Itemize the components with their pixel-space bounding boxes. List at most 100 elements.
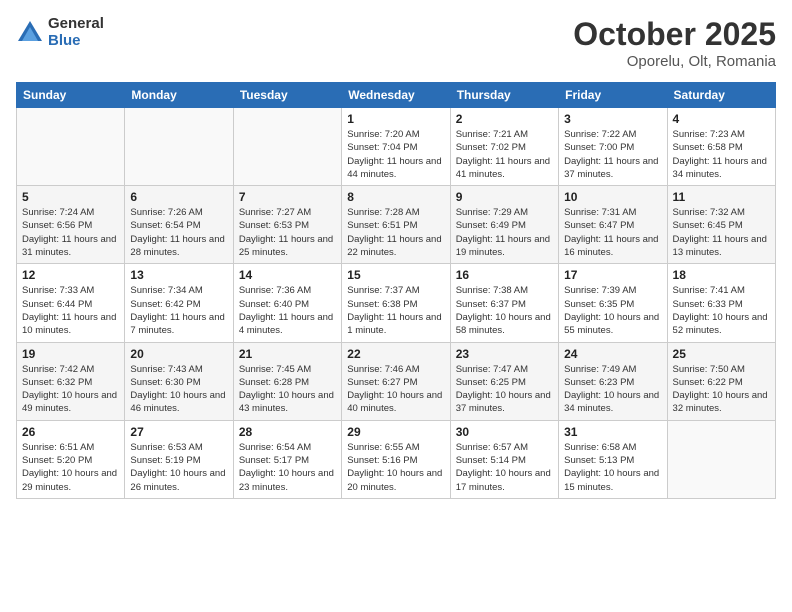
- calendar-title: October 2025: [573, 16, 776, 53]
- calendar-day-cell: 16Sunrise: 7:38 AMSunset: 6:37 PMDayligh…: [450, 264, 558, 342]
- day-number: 24: [564, 347, 661, 361]
- day-number: 26: [22, 425, 119, 439]
- header-day: Tuesday: [233, 83, 341, 108]
- day-info: Sunrise: 7:37 AMSunset: 6:38 PMDaylight:…: [347, 284, 444, 337]
- calendar-day-cell: 21 Sunrise: 7:45 AMSunset: 6:28 PMDayligh…: [233, 342, 341, 420]
- calendar-week-row: 26 Sunrise: 6:51 AMSunset: 5:20 PMDayligh…: [17, 420, 776, 498]
- day-info: Sunrise: 7:22 AMSunset: 7:00 PMDaylight:…: [564, 128, 661, 181]
- day-number: 5: [22, 190, 119, 204]
- calendar-day-cell: 28 Sunrise: 6:54 AMSunset: 5:17 PMDayligh…: [233, 420, 341, 498]
- day-info: Sunrise: 6:53 AMSunset: 5:19 PMDaylight:…: [130, 441, 227, 494]
- day-info: Sunrise: 7:33 AMSunset: 6:44 PMDaylight:…: [22, 284, 119, 337]
- calendar-day-cell: 22 Sunrise: 7:46 AMSunset: 6:27 PMDayligh…: [342, 342, 450, 420]
- day-number: 3: [564, 112, 661, 126]
- calendar-body: 1Sunrise: 7:20 AMSunset: 7:04 PMDaylight…: [17, 108, 776, 499]
- day-number: 13: [130, 268, 227, 282]
- title-block: October 2025 Oporelu, Olt, Romania: [573, 16, 776, 70]
- header-row: SundayMondayTuesdayWednesdayThursdayFrid…: [17, 83, 776, 108]
- day-number: 27: [130, 425, 227, 439]
- day-info: Sunrise: 7:41 AMSunset: 6:33 PMDaylight:…: [673, 284, 770, 337]
- day-info: Sunrise: 7:31 AMSunset: 6:47 PMDaylight:…: [564, 206, 661, 259]
- day-info: Sunrise: 7:47 AMSunset: 6:25 PMDaylight:…: [456, 363, 553, 416]
- header-day: Thursday: [450, 83, 558, 108]
- calendar-day-cell: 2 Sunrise: 7:21 AMSunset: 7:02 PMDaylight…: [450, 108, 558, 186]
- day-number: 21: [239, 347, 336, 361]
- calendar-day-cell: 4 Sunrise: 7:23 AMSunset: 6:58 PMDaylight…: [667, 108, 775, 186]
- calendar-day-cell: 20Sunrise: 7:43 AMSunset: 6:30 PMDayligh…: [125, 342, 233, 420]
- calendar-day-cell: 3 Sunrise: 7:22 AMSunset: 7:00 PMDaylight…: [559, 108, 667, 186]
- day-number: 29: [347, 425, 444, 439]
- day-number: 7: [239, 190, 336, 204]
- calendar-day-cell: 12Sunrise: 7:33 AMSunset: 6:44 PMDayligh…: [17, 264, 125, 342]
- calendar-day-cell: 11Sunrise: 7:32 AMSunset: 6:45 PMDayligh…: [667, 186, 775, 264]
- calendar-day-cell: 10 Sunrise: 7:31 AMSunset: 6:47 PMDayligh…: [559, 186, 667, 264]
- day-info: Sunrise: 6:57 AMSunset: 5:14 PMDaylight:…: [456, 441, 553, 494]
- day-number: 25: [673, 347, 770, 361]
- day-info: Sunrise: 7:21 AMSunset: 7:02 PMDaylight:…: [456, 128, 553, 181]
- calendar-day-cell: 14 Sunrise: 7:36 AMSunset: 6:40 PMDayligh…: [233, 264, 341, 342]
- calendar-day-cell: [233, 108, 341, 186]
- day-number: 17: [564, 268, 661, 282]
- day-number: 14: [239, 268, 336, 282]
- day-info: Sunrise: 7:36 AMSunset: 6:40 PMDaylight:…: [239, 284, 336, 337]
- day-info: Sunrise: 7:43 AMSunset: 6:30 PMDaylight:…: [130, 363, 227, 416]
- logo: General Blue: [16, 16, 104, 49]
- header-day: Wednesday: [342, 83, 450, 108]
- day-info: Sunrise: 7:28 AMSunset: 6:51 PMDaylight:…: [347, 206, 444, 259]
- day-number: 2: [456, 112, 553, 126]
- day-info: Sunrise: 7:50 AMSunset: 6:22 PMDaylight:…: [673, 363, 770, 416]
- day-number: 30: [456, 425, 553, 439]
- day-info: Sunrise: 7:46 AMSunset: 6:27 PMDaylight:…: [347, 363, 444, 416]
- day-number: 28: [239, 425, 336, 439]
- calendar-day-cell: 27 Sunrise: 6:53 AMSunset: 5:19 PMDayligh…: [125, 420, 233, 498]
- day-number: 19: [22, 347, 119, 361]
- calendar-day-cell: [125, 108, 233, 186]
- logo-icon: [16, 19, 44, 47]
- header-day: Friday: [559, 83, 667, 108]
- day-info: Sunrise: 7:29 AMSunset: 6:49 PMDaylight:…: [456, 206, 553, 259]
- calendar-day-cell: 31 Sunrise: 6:58 AMSunset: 5:13 PMDayligh…: [559, 420, 667, 498]
- calendar-subtitle: Oporelu, Olt, Romania: [573, 53, 776, 70]
- calendar-day-cell: 5 Sunrise: 7:24 AMSunset: 6:56 PMDaylight…: [17, 186, 125, 264]
- calendar-day-cell: 25 Sunrise: 7:50 AMSunset: 6:22 PMDayligh…: [667, 342, 775, 420]
- day-info: Sunrise: 6:54 AMSunset: 5:17 PMDaylight:…: [239, 441, 336, 494]
- calendar-day-cell: 26 Sunrise: 6:51 AMSunset: 5:20 PMDayligh…: [17, 420, 125, 498]
- calendar-day-cell: 18 Sunrise: 7:41 AMSunset: 6:33 PMDayligh…: [667, 264, 775, 342]
- calendar-day-cell: 7Sunrise: 7:27 AMSunset: 6:53 PMDaylight…: [233, 186, 341, 264]
- calendar-day-cell: 6 Sunrise: 7:26 AMSunset: 6:54 PMDaylight…: [125, 186, 233, 264]
- day-number: 10: [564, 190, 661, 204]
- day-info: Sunrise: 7:45 AMSunset: 6:28 PMDaylight:…: [239, 363, 336, 416]
- header-day: Monday: [125, 83, 233, 108]
- calendar-header: SundayMondayTuesdayWednesdayThursdayFrid…: [17, 83, 776, 108]
- calendar-day-cell: [667, 420, 775, 498]
- day-info: Sunrise: 7:24 AMSunset: 6:56 PMDaylight:…: [22, 206, 119, 259]
- day-info: Sunrise: 6:51 AMSunset: 5:20 PMDaylight:…: [22, 441, 119, 494]
- day-info: Sunrise: 7:23 AMSunset: 6:58 PMDaylight:…: [673, 128, 770, 181]
- day-info: Sunrise: 6:55 AMSunset: 5:16 PMDaylight:…: [347, 441, 444, 494]
- day-number: 6: [130, 190, 227, 204]
- calendar-day-cell: 13 Sunrise: 7:34 AMSunset: 6:42 PMDayligh…: [125, 264, 233, 342]
- day-info: Sunrise: 7:39 AMSunset: 6:35 PMDaylight:…: [564, 284, 661, 337]
- day-number: 11: [673, 190, 770, 204]
- day-info: Sunrise: 7:38 AMSunset: 6:37 PMDaylight:…: [456, 284, 553, 337]
- day-info: Sunrise: 6:58 AMSunset: 5:13 PMDaylight:…: [564, 441, 661, 494]
- calendar-day-cell: 8 Sunrise: 7:28 AMSunset: 6:51 PMDaylight…: [342, 186, 450, 264]
- calendar-day-cell: 15 Sunrise: 7:37 AMSunset: 6:38 PMDayligh…: [342, 264, 450, 342]
- calendar-day-cell: 23Sunrise: 7:47 AMSunset: 6:25 PMDayligh…: [450, 342, 558, 420]
- day-number: 22: [347, 347, 444, 361]
- day-info: Sunrise: 7:34 AMSunset: 6:42 PMDaylight:…: [130, 284, 227, 337]
- day-info: Sunrise: 7:49 AMSunset: 6:23 PMDaylight:…: [564, 363, 661, 416]
- day-number: 18: [673, 268, 770, 282]
- day-info: Sunrise: 7:26 AMSunset: 6:54 PMDaylight:…: [130, 206, 227, 259]
- calendar-week-row: 5 Sunrise: 7:24 AMSunset: 6:56 PMDaylight…: [17, 186, 776, 264]
- calendar-day-cell: 29 Sunrise: 6:55 AMSunset: 5:16 PMDayligh…: [342, 420, 450, 498]
- day-number: 8: [347, 190, 444, 204]
- calendar-day-cell: 9 Sunrise: 7:29 AMSunset: 6:49 PMDaylight…: [450, 186, 558, 264]
- day-number: 4: [673, 112, 770, 126]
- day-info: Sunrise: 7:42 AMSunset: 6:32 PMDaylight:…: [22, 363, 119, 416]
- calendar-table: SundayMondayTuesdayWednesdayThursdayFrid…: [16, 82, 776, 499]
- day-number: 31: [564, 425, 661, 439]
- day-number: 9: [456, 190, 553, 204]
- calendar-day-cell: [17, 108, 125, 186]
- day-number: 15: [347, 268, 444, 282]
